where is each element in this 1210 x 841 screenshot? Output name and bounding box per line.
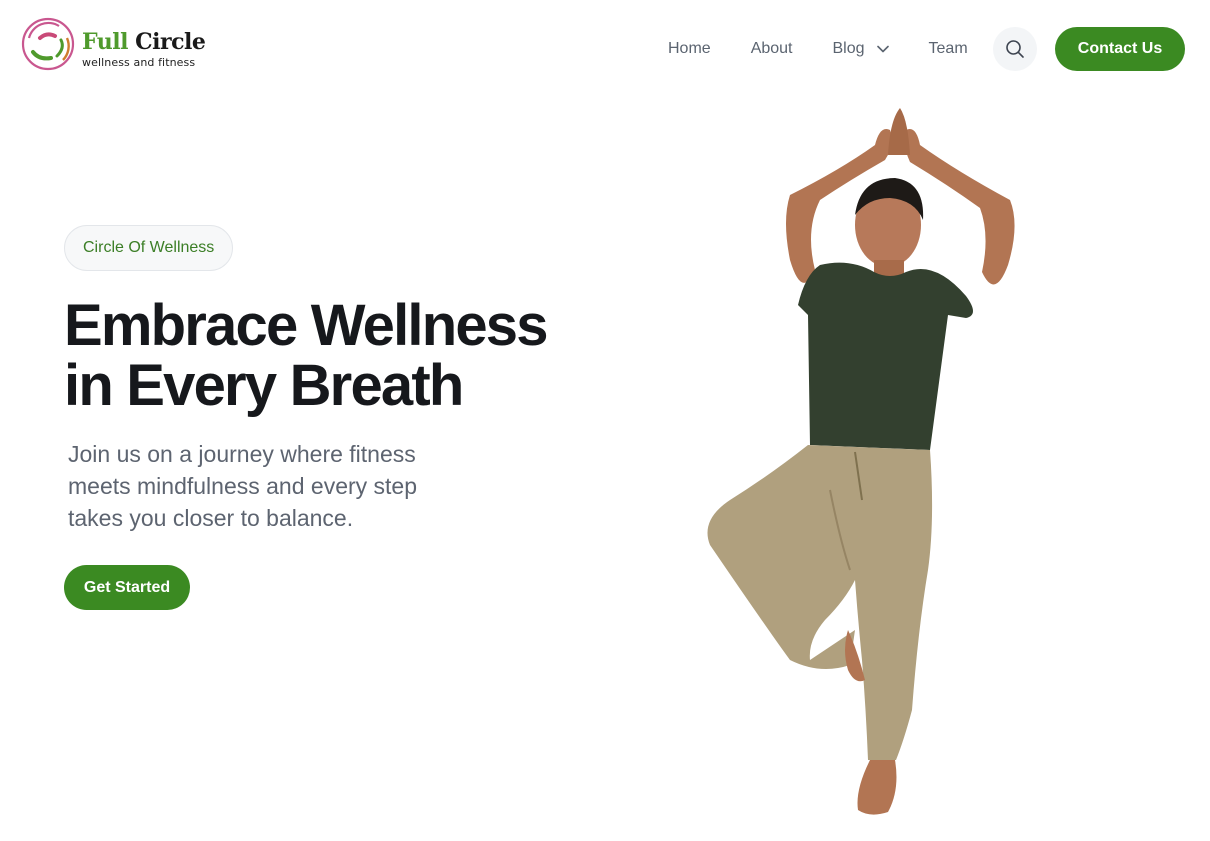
brand-text: Full Circle wellness and fitness [82, 29, 206, 69]
nav-team-label: Team [928, 40, 968, 57]
brand-name: Full Circle [82, 29, 206, 55]
hero-headline-line2: in Every Breath [64, 353, 464, 418]
circular-arrows-logo-icon [21, 17, 75, 71]
main-nav: Home About Blog Team [648, 27, 988, 71]
hero-badge: Circle Of Wellness [64, 225, 234, 271]
brand-logo[interactable]: Full Circle wellness and fitness [21, 16, 206, 72]
hero-yoga-image [707, 108, 1015, 815]
hero-headline: Embrace Wellness in Every Breath [64, 296, 664, 416]
hero-subtext-line2: meets mindfulness and every step [68, 473, 418, 499]
hero-subtext-line3: takes you closer to balance. [68, 505, 354, 531]
hero-headline-line1: Embrace Wellness [64, 293, 549, 358]
search-icon [1006, 40, 1024, 58]
nav-blog-label: Blog [832, 40, 865, 57]
contact-us-button[interactable]: Contact Us [1055, 27, 1185, 71]
brand-tagline: wellness and fitness [82, 56, 196, 69]
nav-blog[interactable]: Blog [813, 27, 909, 71]
nav-about-label: About [750, 40, 793, 57]
get-started-button[interactable]: Get Started [64, 565, 190, 610]
brand-name-part1: Full [82, 29, 128, 55]
hero-subtext-line1: Join us on a journey where fitness [68, 441, 416, 467]
nav-about[interactable]: About [731, 27, 813, 71]
brand-name-part2: Circle [135, 29, 206, 55]
hero-subtext: Join us on a journey where fitness meets… [68, 438, 488, 534]
chevron-down-icon [876, 45, 889, 53]
nav-home[interactable]: Home [648, 27, 731, 71]
site-header: Full Circle wellness and fitness Home Ab… [0, 0, 1210, 98]
search-button[interactable] [993, 27, 1037, 71]
nav-team[interactable]: Team [909, 27, 988, 71]
nav-home-label: Home [668, 40, 711, 57]
